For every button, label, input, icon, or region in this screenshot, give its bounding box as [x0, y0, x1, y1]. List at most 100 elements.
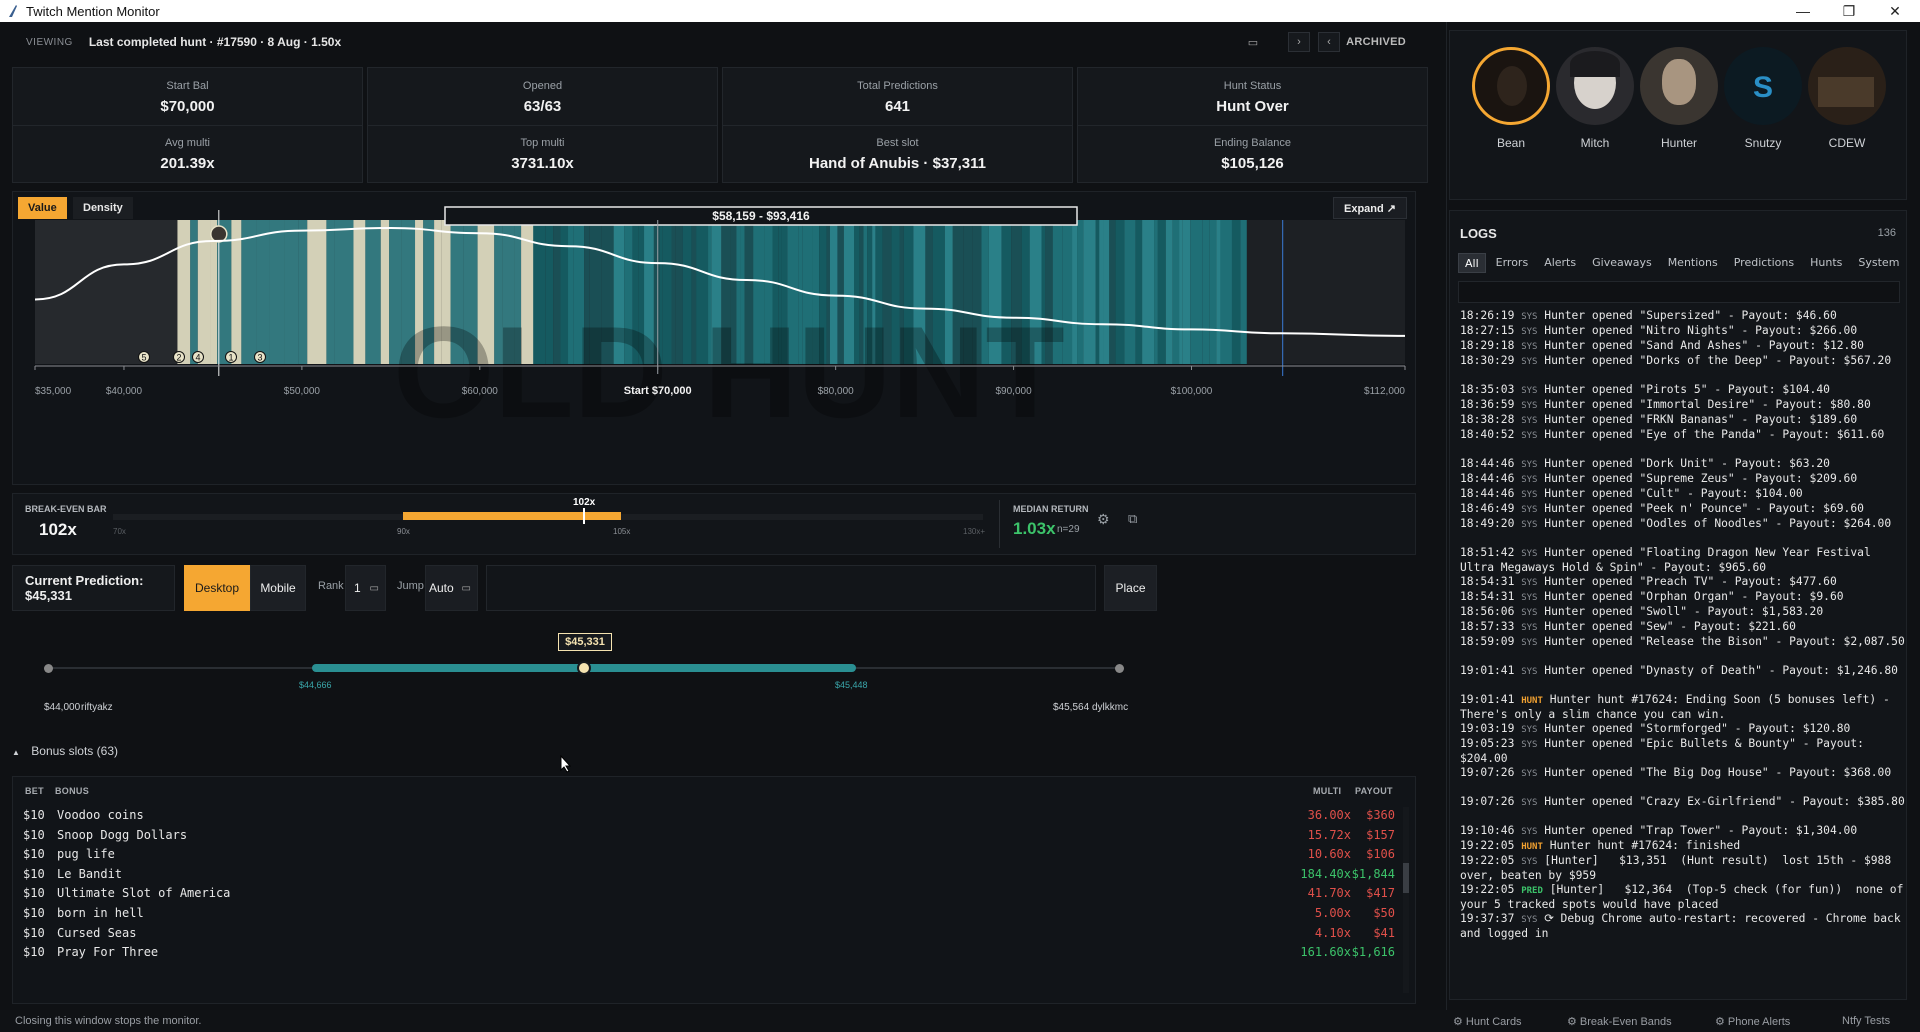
slider-min-handle[interactable] — [44, 664, 53, 673]
break-even-bands-link[interactable]: ⚙ Break-Even Bands — [1567, 1015, 1672, 1028]
density-stripe — [1182, 220, 1191, 364]
log-time: 19:05:23 — [1460, 737, 1522, 750]
log-tag: HUNT — [1521, 842, 1543, 852]
minimize-icon[interactable]: — — [1780, 0, 1826, 22]
gear-icon: ⚙ — [1715, 1016, 1728, 1028]
density-stripe — [1045, 220, 1053, 364]
log-tag: PRED — [1521, 886, 1543, 896]
tab-system[interactable]: System — [1852, 253, 1905, 273]
density-stripe — [744, 220, 754, 364]
side-panel: Bean Mitch Hunter S Snutzy CDEW LOGS 136… — [1446, 22, 1920, 1010]
median-label: MEDIAN RETURN — [1013, 504, 1089, 514]
tab-all[interactable]: All — [1458, 253, 1486, 273]
tab-errors[interactable]: Errors — [1490, 253, 1535, 273]
logs-title: LOGS — [1460, 226, 1497, 241]
bonus-table: BET BONUS MULTI PAYOUT $10 Voodoo coins … — [12, 776, 1416, 1004]
rank-marker — [225, 351, 237, 363]
viewing-text: Last completed hunt · #17590 · 8 Aug · 1… — [88, 35, 342, 49]
stat-label: Opened — [522, 80, 563, 92]
density-stripe — [867, 220, 873, 364]
table-scrollbar[interactable] — [1403, 807, 1409, 993]
bonus-name-cell: Le Bandit — [57, 866, 123, 881]
slider-max-handle[interactable] — [1115, 664, 1124, 673]
multi-cell: 5.00x — [1314, 906, 1351, 920]
bet-cell: $10 — [23, 906, 45, 920]
log-line: 18:44:46 SYS Hunter opened "Cult" - Payo… — [1460, 487, 1905, 502]
table-row[interactable]: $10 Pray For Three 161.60x $1,616 — [13, 940, 1395, 964]
log-time: 18:30:29 — [1460, 354, 1522, 367]
avatar-cdew[interactable]: CDEW — [1807, 47, 1887, 150]
avatar-bean[interactable]: Bean — [1471, 47, 1551, 150]
avatar-hunter[interactable]: Hunter — [1639, 47, 1719, 150]
multi-cell: 4.10x — [1314, 925, 1351, 940]
density-stripe — [721, 220, 731, 364]
desktop-button[interactable]: Desktop — [184, 565, 250, 611]
stat-card: Total Predictions 641 Best slot Hand of An… — [722, 67, 1073, 183]
bonus-slots-header[interactable]: ▲ Bonus slots (63) — [12, 744, 118, 758]
expand-button[interactable]: Expand ↗ — [1332, 197, 1407, 219]
density-stripe — [197, 220, 211, 364]
density-stripe — [269, 220, 285, 364]
close-icon[interactable]: ✕ — [1872, 0, 1918, 22]
density-stripe — [875, 220, 883, 364]
mobile-button[interactable]: Mobile — [250, 565, 306, 611]
collapse-icon[interactable]: ▭ — [1242, 32, 1264, 52]
prediction-input[interactable] — [486, 565, 1096, 611]
bonus-name-cell: pug life — [57, 847, 115, 862]
slider-high-mark: $45,448 — [835, 680, 868, 690]
stat-label: Avg multi — [164, 137, 211, 149]
stat-card: Hunt Status Hunt Over Ending Balance $105,… — [1077, 67, 1428, 183]
break-even-marker-label: 102x — [573, 497, 596, 508]
prev-icon[interactable]: ‹ — [1318, 32, 1340, 52]
density-stripe — [778, 220, 782, 364]
density-stripe — [819, 220, 827, 364]
log-filter-input[interactable] — [1458, 281, 1900, 303]
density-stripe — [859, 220, 864, 364]
density-stripe — [843, 220, 855, 364]
log-time: 19:01:41 — [1460, 664, 1522, 677]
log-tag: SYS — [1521, 401, 1538, 411]
copy-icon[interactable]: ⧉ — [1128, 511, 1137, 527]
window-titlebar: Twitch Mention Monitor — ❐ ✕ — [0, 0, 1920, 22]
place-button[interactable]: Place — [1104, 565, 1157, 611]
density-stripe — [708, 220, 712, 364]
tab-hunts[interactable]: Hunts — [1804, 253, 1848, 273]
density-stripe — [190, 220, 198, 364]
gear-icon: ⚙ — [1567, 1016, 1580, 1028]
avatar-snutzy[interactable]: S Snutzy — [1723, 47, 1803, 150]
maximize-icon[interactable]: ❐ — [1826, 0, 1872, 22]
value-toggle[interactable]: Value — [18, 197, 67, 219]
jump-select[interactable]: Auto ▭ — [425, 565, 478, 611]
log-time: 19:37:37 — [1460, 912, 1522, 925]
log-text: Hunter opened "Supreme Zeus" - Payout: $… — [1537, 472, 1858, 485]
x-tick-label: $50,000 — [284, 386, 321, 397]
tab-alerts[interactable]: Alerts — [1538, 253, 1582, 273]
hunt-cards-link[interactable]: ⚙ Hunt Cards — [1453, 1015, 1522, 1028]
log-time: 19:22:05 — [1460, 854, 1522, 867]
avatar-mitch[interactable]: Mitch — [1555, 47, 1635, 150]
density-curve — [34, 226, 1406, 337]
density-stripe — [334, 220, 354, 364]
density-stripe — [781, 220, 788, 364]
slider-thumb[interactable] — [577, 661, 591, 675]
density-stripe — [903, 220, 914, 364]
density-stripe — [764, 220, 773, 364]
next-icon[interactable]: › — [1288, 32, 1310, 52]
log-tag: SYS — [1521, 431, 1538, 441]
tab-mentions[interactable]: Mentions — [1662, 253, 1724, 273]
avatar-name: Hunter — [1660, 136, 1698, 150]
log-time: 19:22:05 — [1460, 839, 1522, 852]
density-stripe — [298, 220, 308, 364]
density-stripe — [1157, 220, 1166, 364]
gear-icon[interactable]: ⚙ — [1097, 511, 1110, 528]
density-stripe — [872, 220, 876, 364]
median-value: 1.03x — [1013, 519, 1056, 538]
rank-select[interactable]: 1 ▭ — [345, 565, 386, 611]
density-toggle[interactable]: Density — [73, 197, 133, 219]
ntfy-tests-link[interactable]: Ntfy Tests — [1842, 1015, 1890, 1027]
phone-alerts-link[interactable]: ⚙ Phone Alerts — [1715, 1015, 1790, 1028]
tab-giveaways[interactable]: Giveaways — [1586, 253, 1658, 273]
log-line: 18:56:06 SYS Hunter opened "Swoll" - Pay… — [1460, 605, 1905, 620]
tab-predictions[interactable]: Predictions — [1728, 253, 1800, 273]
bet-cell: $10 — [23, 847, 45, 862]
